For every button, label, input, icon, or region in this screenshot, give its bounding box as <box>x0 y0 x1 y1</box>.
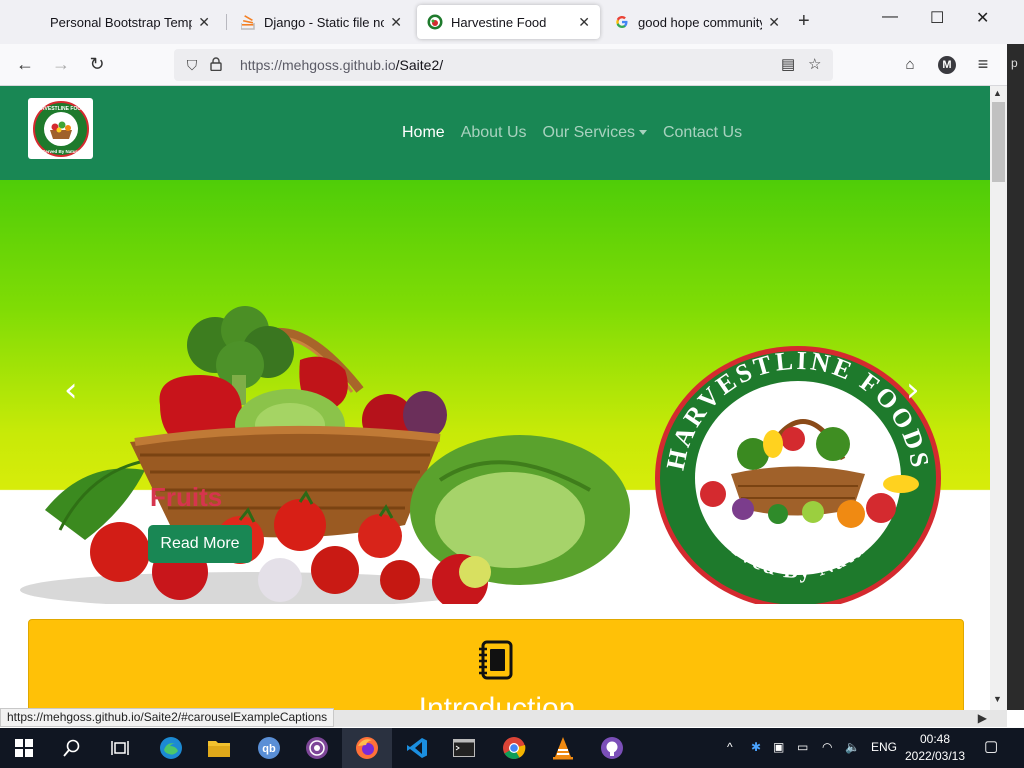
tab-google-search[interactable]: good hope community c ✕ <box>604 5 790 39</box>
battery-icon[interactable]: ▭ <box>797 740 808 754</box>
forward-icon[interactable]: → <box>49 52 73 76</box>
google-icon <box>614 14 630 30</box>
scroll-down-icon[interactable]: ▼ <box>993 694 1002 704</box>
notebook-icon <box>479 640 513 680</box>
pocket-icon[interactable]: ⌂ <box>898 52 922 76</box>
tor-browser-icon[interactable] <box>305 736 329 760</box>
chrome-icon[interactable] <box>502 736 526 760</box>
scrollbar-thumb[interactable] <box>992 102 1005 182</box>
clock-time: 00:48 <box>919 732 951 746</box>
nav-contact-us[interactable]: Contact Us <box>663 124 742 142</box>
file-explorer-icon[interactable] <box>207 736 231 760</box>
nav-our-services-label: Our Services <box>542 124 635 141</box>
reload-icon[interactable]: ↻ <box>85 52 109 76</box>
edge-icon[interactable] <box>159 736 183 760</box>
shield-icon[interactable]: ⛉ <box>182 57 202 74</box>
language-indicator[interactable]: ENG <box>871 740 897 754</box>
harvestine-favicon <box>427 14 443 30</box>
bluetooth-icon[interactable]: ✱ <box>751 740 761 754</box>
url-host: https://mehgoss.github.io <box>240 57 396 73</box>
close-tab-icon[interactable]: ✕ <box>768 14 780 31</box>
vertical-scrollbar[interactable]: ▲ ▼ <box>990 86 1007 710</box>
carousel-next-icon[interactable]: › <box>906 370 920 410</box>
read-more-button[interactable]: Read More <box>148 525 252 563</box>
nav-home[interactable]: Home <box>402 124 445 142</box>
nav-our-services[interactable]: Our Services <box>543 124 647 142</box>
status-link-preview: https://mehgoss.github.io/Saite2/#carous… <box>0 708 335 727</box>
browser-toolbar: ← → ↻ ⛉ https://mehgoss.github.io/Saite2… <box>0 44 1024 86</box>
menu-icon[interactable]: ≡ <box>971 52 995 76</box>
firefox-icon[interactable] <box>355 736 379 760</box>
site-logo[interactable]: HARVESTLINE FOODS Served By Nature <box>28 98 93 159</box>
vlc-icon[interactable] <box>551 736 575 760</box>
task-view-icon[interactable] <box>108 736 132 760</box>
show-hidden-icons-icon[interactable]: ^ <box>727 740 733 754</box>
search-icon[interactable] <box>60 736 84 760</box>
tab-title: good hope community c <box>638 14 763 30</box>
svg-text:qb: qb <box>262 743 276 755</box>
maximize-icon[interactable]: ☐ <box>930 8 944 28</box>
network-devices-icon[interactable]: ▣ <box>773 740 784 754</box>
close-tab-icon[interactable]: ✕ <box>390 14 402 31</box>
url-path: /Saite2/ <box>395 57 444 73</box>
introduction-card: Introduction <box>28 619 964 710</box>
clock[interactable]: 00:48 2022/03/13 <box>900 731 970 765</box>
qbittorrent-icon[interactable]: qb <box>257 736 281 760</box>
hero-carousel: HARVESTLINE FOODS Served By Nature ‹ › F… <box>0 180 990 604</box>
site-navbar: HARVESTLINE FOODS Served By Nature Home … <box>0 86 990 180</box>
tab-title: Personal Bootstrap Template <box>50 14 193 30</box>
logo-top-text: HARVESTLINE FOODS <box>33 106 88 112</box>
close-window-icon[interactable]: ✕ <box>976 8 989 28</box>
logo-bottom-text: Served By Nature <box>42 149 80 154</box>
close-tab-icon[interactable]: ✕ <box>578 14 590 31</box>
reader-view-icon[interactable]: ▤ <box>781 55 795 73</box>
stackoverflow-icon <box>240 14 256 30</box>
tab-bar: Personal Bootstrap Template ✕ Django - S… <box>0 0 1024 44</box>
chevron-down-icon <box>638 130 647 136</box>
background-window-text: p <box>1011 56 1018 70</box>
scroll-right-icon[interactable]: ▶ <box>978 711 987 725</box>
nav-about-us[interactable]: About Us <box>461 124 527 142</box>
clock-date: 2022/03/13 <box>904 749 966 763</box>
windows-start-icon[interactable] <box>12 736 36 760</box>
back-icon[interactable]: ← <box>13 52 37 76</box>
url-bar[interactable]: ⛉ https://mehgoss.github.io/Saite2/ ▤ ☆ <box>174 49 833 81</box>
page-viewport: HARVESTLINE FOODS Served By Nature Home … <box>0 86 990 710</box>
bookmark-star-icon[interactable]: ☆ <box>808 55 821 73</box>
notifications-icon[interactable]: ▢ <box>984 737 998 755</box>
terminal-icon[interactable] <box>452 736 476 760</box>
lock-icon[interactable] <box>206 56 226 74</box>
background-window-edge: p <box>1007 44 1024 710</box>
carousel-prev-icon[interactable]: ‹ <box>64 370 78 410</box>
tab-title: Harvestine Food <box>451 14 547 30</box>
scroll-up-icon[interactable]: ▲ <box>993 88 1002 98</box>
carousel-caption-title: Fruits <box>150 482 223 512</box>
tab-personal-bootstrap[interactable]: Personal Bootstrap Template ✕ <box>40 5 220 39</box>
tab-django[interactable]: Django - Static file not fo ✕ <box>230 5 412 39</box>
tab-title: Django - Static file not fo <box>264 14 385 30</box>
close-tab-icon[interactable]: ✕ <box>198 14 210 31</box>
volume-icon[interactable]: 🔈 <box>845 740 860 754</box>
windows-taskbar: qb ^ ✱ ▣ ▭ ◠ 🔈 ENG 00:48 2022/03/13 ▢ <box>0 728 1024 768</box>
tab-harvestine-food[interactable]: Harvestine Food ✕ <box>417 5 600 39</box>
wifi-icon[interactable]: ◠ <box>822 740 832 754</box>
vscode-icon[interactable] <box>405 736 429 760</box>
horizontal-scrollbar[interactable]: ▶ <box>334 710 1007 727</box>
main-menu: Home About Us Our Services Contact Us <box>402 124 742 142</box>
harvestline-badge-logo: HARVESTLINE FOODS Served By Nature <box>655 346 941 604</box>
minimize-icon[interactable]: — <box>882 8 898 26</box>
account-avatar[interactable]: M <box>938 56 956 74</box>
url-text[interactable]: https://mehgoss.github.io/Saite2/ <box>240 57 443 73</box>
vegetable-basket-image <box>20 306 630 604</box>
new-tab-icon[interactable]: + <box>798 10 810 33</box>
github-desktop-icon[interactable] <box>600 736 624 760</box>
